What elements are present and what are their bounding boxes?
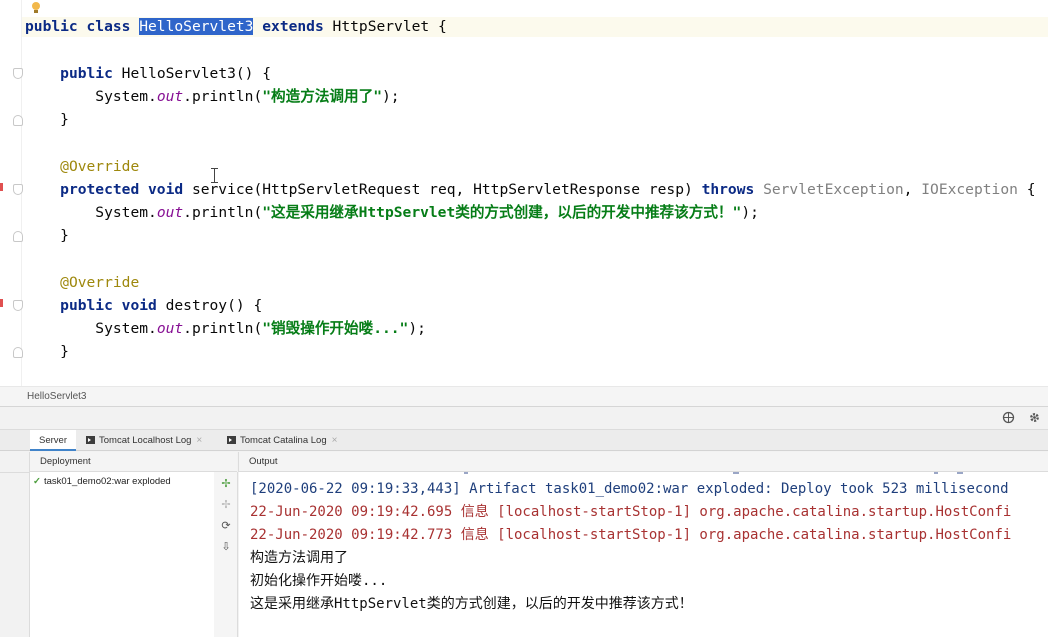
undeploy-icon[interactable]: ✢	[220, 499, 232, 511]
deployment-header-label: Deployment	[40, 456, 91, 467]
console-line: 初始化操作开始喽...	[250, 573, 388, 589]
code-line-service-signature[interactable]: protected void service(HttpServletReques…	[25, 180, 1035, 200]
deployment-item[interactable]: ✓ task01_demo02:war exploded	[33, 475, 171, 489]
code-line-close-brace[interactable]: }	[25, 110, 69, 130]
deployment-header: Deployment	[30, 452, 237, 472]
string-literal: "构造方法调用了"	[262, 88, 382, 105]
close-icon[interactable]: ×	[332, 435, 338, 446]
exception-type: IOException	[921, 181, 1018, 198]
override-marker	[0, 183, 3, 191]
override-marker	[0, 299, 3, 307]
tab-tomcat-localhost-log[interactable]: Tomcat Localhost Log ×	[86, 430, 202, 451]
method-signature: destroy() {	[165, 297, 263, 314]
string-literal: "这是采用继承HttpServlet类的方式创建，以后的开发中推荐该方式！"	[262, 204, 742, 221]
fold-marker[interactable]	[13, 115, 23, 126]
breadcrumb[interactable]: HelloServlet3	[0, 386, 1048, 406]
rerun-icon[interactable]: ⇩	[220, 541, 232, 553]
deployment-actions: ✢ ✢ ⟳ ⇩	[214, 472, 238, 637]
deploy-icon[interactable]: ✢	[220, 478, 232, 490]
code-line-constructor[interactable]: public HelloServlet3() {	[25, 64, 271, 84]
code-text: }	[60, 343, 69, 360]
code-text: );	[381, 88, 400, 105]
services-tool-window: Server Tomcat Localhost Log × Tomcat Cata…	[0, 406, 1048, 637]
code-text: System.	[95, 320, 157, 337]
code-editor[interactable]: public class HelloServlet3 extends HttpS…	[0, 0, 1048, 386]
console-line: 22-Jun-2020 09:19:42.773 信息 [localhost-s…	[250, 527, 1012, 543]
keyword: public void	[60, 297, 166, 314]
console-line: 构造方法调用了	[250, 550, 348, 566]
output-header-label: Output	[249, 456, 278, 467]
fold-marker[interactable]	[13, 184, 23, 195]
keyword: extends	[253, 18, 333, 35]
code-text: }	[60, 111, 69, 128]
parent-class: HttpServlet {	[332, 18, 447, 35]
code-line-println[interactable]: System.out.println("构造方法调用了");	[25, 87, 400, 107]
code-text: );	[741, 204, 759, 221]
check-icon: ✓	[33, 476, 41, 487]
static-field: out	[156, 320, 184, 337]
close-icon[interactable]: ×	[196, 435, 202, 446]
globe-icon[interactable]	[1002, 411, 1015, 424]
code-text: .println(	[183, 320, 263, 337]
console-line: 这是采用继承HttpServlet类的方式创建，以后的开发中推荐该方式！	[250, 596, 693, 612]
code-line-close-brace[interactable]: }	[25, 342, 69, 362]
console-icon	[86, 436, 95, 444]
deployment-list: ✓ task01_demo02:war exploded	[30, 472, 214, 637]
code-line-class-declaration[interactable]: public class HelloServlet3 extends HttpS…	[22, 17, 1048, 37]
tab-server[interactable]: Server	[30, 430, 76, 451]
annotation: @Override	[60, 274, 140, 291]
code-text: {	[1017, 181, 1036, 198]
fold-marker[interactable]	[13, 347, 23, 358]
keyword: public	[60, 65, 122, 82]
code-line-annotation[interactable]: @Override	[25, 157, 139, 177]
code-text: .println(	[183, 88, 263, 105]
exception-type: ServletException	[763, 181, 904, 198]
code-text: );	[408, 320, 426, 337]
tab-tomcat-catalina-log[interactable]: Tomcat Catalina Log ×	[227, 430, 337, 451]
code-text: ,	[903, 181, 922, 198]
console-icon	[227, 436, 236, 444]
string-literal: "销毁操作开始喽..."	[262, 320, 409, 337]
code-text: System.	[95, 204, 157, 221]
fold-marker[interactable]	[13, 68, 23, 79]
fold-marker[interactable]	[13, 231, 23, 242]
constructor-signature: HelloServlet3() {	[121, 65, 272, 82]
bulb-icon[interactable]	[31, 2, 41, 13]
static-field: out	[156, 88, 184, 105]
code-text: }	[60, 227, 69, 244]
refresh-icon[interactable]: ⟳	[220, 520, 232, 532]
console-line: [2020-06-22 09:19:33,443] Artifact task0…	[250, 481, 1009, 497]
tab-label: Tomcat Catalina Log	[240, 435, 327, 446]
code-line-println[interactable]: System.out.println("销毁操作开始喽...");	[25, 319, 426, 339]
method-signature: service(HttpServletRequest req, HttpServ…	[191, 181, 702, 198]
breadcrumb-item[interactable]: HelloServlet3	[27, 391, 86, 402]
deployment-item-label: task01_demo02:war exploded	[43, 476, 171, 487]
console-line: 22-Jun-2020 09:19:42.695 信息 [localhost-s…	[250, 504, 1012, 520]
tab-label: Tomcat Localhost Log	[99, 435, 192, 446]
tool-window-tabs: Server Tomcat Localhost Log × Tomcat Cata…	[0, 429, 1048, 451]
fold-marker[interactable]	[13, 300, 23, 311]
tab-label: Server	[39, 435, 67, 446]
code-line-destroy-signature[interactable]: public void destroy() {	[25, 296, 262, 316]
keyword: throws	[701, 181, 764, 198]
services-sidebar	[0, 452, 30, 637]
selected-class-name: HelloServlet3	[139, 18, 254, 35]
code-text: System.	[95, 88, 157, 105]
code-line-annotation[interactable]: @Override	[25, 273, 139, 293]
output-header: Output	[238, 452, 1048, 472]
static-field: out	[156, 204, 184, 221]
gear-icon[interactable]	[1028, 411, 1041, 424]
code-text: .println(	[183, 204, 263, 221]
truncated-line	[239, 472, 1048, 475]
console-output[interactable]: [2020-06-22 09:19:33,443] Artifact task0…	[239, 472, 1048, 637]
editor-gutter[interactable]	[0, 0, 23, 386]
code-line-close-brace[interactable]: }	[25, 226, 69, 246]
keyword: public class	[25, 18, 140, 35]
code-line-println[interactable]: System.out.println("这是采用继承HttpServlet类的方…	[25, 203, 759, 223]
tool-window-header	[0, 407, 1048, 429]
keyword: protected void	[60, 181, 192, 198]
annotation: @Override	[60, 158, 140, 175]
